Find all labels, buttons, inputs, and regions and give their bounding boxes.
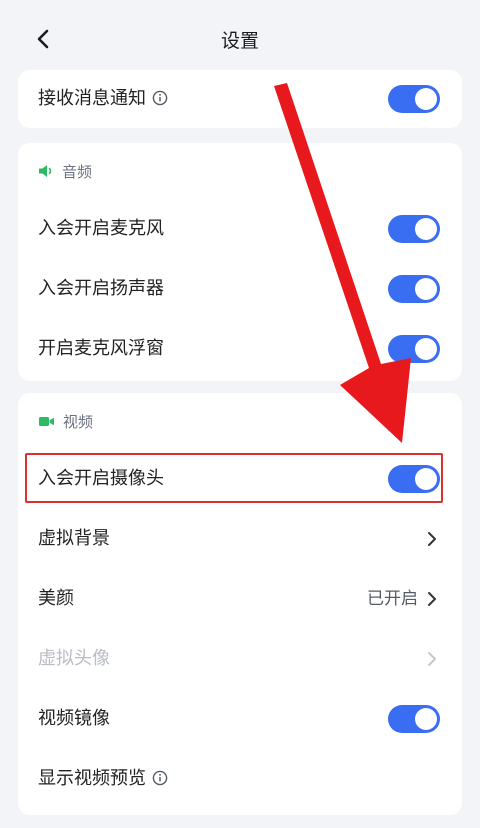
audio-heading-label: 音频 bbox=[62, 162, 93, 181]
speaker-icon bbox=[39, 165, 52, 177]
info-icon[interactable] bbox=[152, 90, 168, 106]
audio-card: 音频 入会开启麦克风 入会开启扬声器 开启麦克风浮窗 bbox=[18, 143, 462, 381]
chevron-right-icon bbox=[428, 592, 436, 606]
show-video-preview-label: 显示视频预览 bbox=[38, 768, 146, 789]
virtual-avatar-label: 虚拟头像 bbox=[38, 648, 110, 669]
camera-on-join-toggle[interactable] bbox=[388, 465, 440, 493]
video-heading-label: 视频 bbox=[63, 412, 94, 431]
chevron-right-icon bbox=[428, 532, 436, 546]
toggle-knob bbox=[415, 218, 437, 240]
toggle-knob bbox=[415, 278, 437, 300]
show-video-preview-row: 显示视频预览 bbox=[18, 751, 462, 807]
virtual-background-label: 虚拟背景 bbox=[38, 528, 110, 549]
info-icon[interactable] bbox=[152, 770, 168, 786]
top-bar: 设置 bbox=[0, 0, 480, 72]
video-card: 视频 入会开启摄像头 虚拟背景 美颜 已开启 虚拟头像 视频镜像 显示视频预览 bbox=[18, 393, 462, 815]
mic-on-join-row: 入会开启麦克风 bbox=[18, 201, 462, 257]
virtual-avatar-row[interactable]: 虚拟头像 bbox=[18, 631, 462, 687]
mic-on-join-toggle[interactable] bbox=[388, 215, 440, 243]
camera-on-join-label: 入会开启摄像头 bbox=[38, 468, 164, 489]
video-section-heading: 视频 bbox=[38, 409, 93, 433]
toggle-knob bbox=[415, 468, 437, 490]
virtual-background-row[interactable]: 虚拟背景 bbox=[18, 511, 462, 567]
camera-on-join-row: 入会开启摄像头 bbox=[18, 451, 462, 507]
video-mirror-label: 视频镜像 bbox=[38, 708, 110, 729]
notifications-toggle[interactable] bbox=[388, 85, 440, 113]
beauty-row[interactable]: 美颜 已开启 bbox=[18, 571, 462, 627]
audio-section-heading: 音频 bbox=[38, 159, 92, 183]
page-title: 设置 bbox=[220, 30, 259, 52]
notifications-row: 接收消息通知 bbox=[18, 71, 462, 127]
beauty-label: 美颜 bbox=[38, 588, 74, 609]
video-mirror-row: 视频镜像 bbox=[18, 691, 462, 747]
beauty-status-value: 已开启 bbox=[367, 589, 418, 609]
mic-on-join-label: 入会开启麦克风 bbox=[38, 218, 164, 239]
toggle-knob bbox=[415, 338, 437, 360]
toggle-knob bbox=[415, 88, 437, 110]
speaker-on-join-label: 入会开启扬声器 bbox=[38, 278, 164, 299]
mic-float-window-row: 开启麦克风浮窗 bbox=[18, 321, 462, 377]
toggle-knob bbox=[415, 708, 437, 730]
video-mirror-toggle[interactable] bbox=[388, 705, 440, 733]
mic-float-window-toggle[interactable] bbox=[388, 335, 440, 363]
notifications-label: 接收消息通知 bbox=[38, 88, 146, 109]
notifications-card: 接收消息通知 bbox=[18, 70, 462, 128]
settings-page: 设置 接收消息通知 音频 入会开启麦克风 入会开启扬声器 开启麦克风浮窗 视频 … bbox=[0, 0, 480, 828]
video-camera-icon bbox=[39, 416, 54, 426]
speaker-on-join-toggle[interactable] bbox=[388, 275, 440, 303]
mic-float-window-label: 开启麦克风浮窗 bbox=[38, 338, 164, 359]
speaker-on-join-row: 入会开启扬声器 bbox=[18, 261, 462, 317]
chevron-right-icon bbox=[428, 652, 436, 666]
